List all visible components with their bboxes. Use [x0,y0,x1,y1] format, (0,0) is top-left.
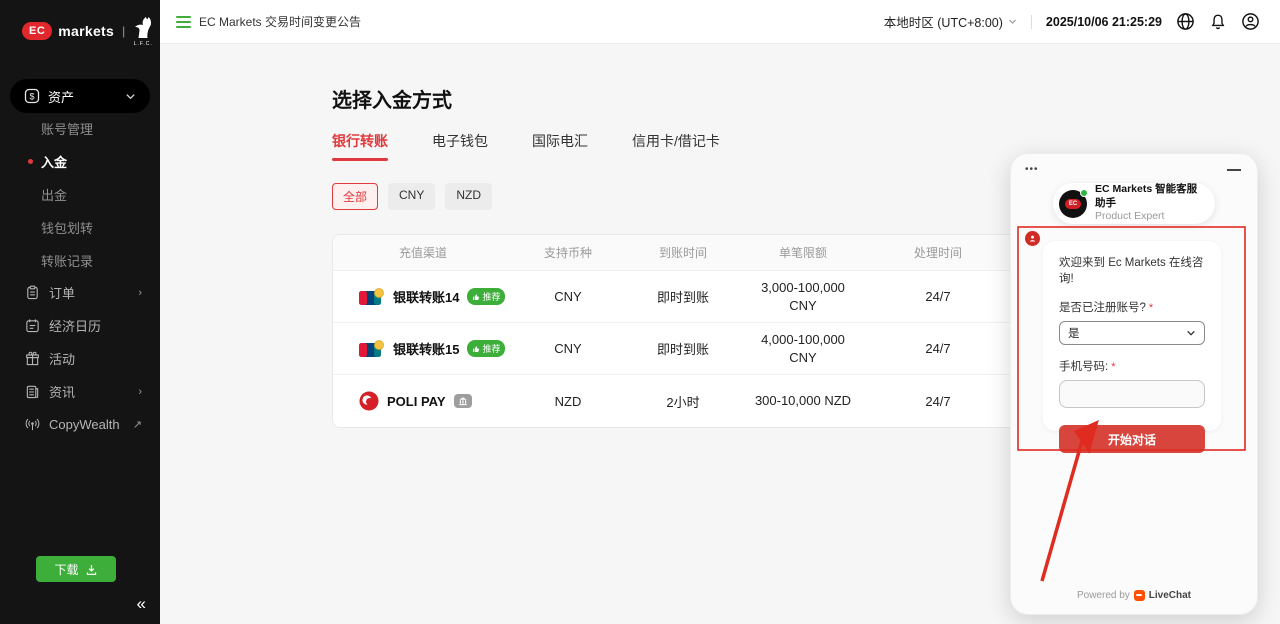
notifications-button[interactable] [1209,13,1227,31]
sidebar-item-copywealth[interactable]: CopyWealth ↗ [0,408,160,441]
download-icon [85,563,98,576]
filter-cny[interactable]: CNY [388,183,435,210]
assets-submenu: 账号管理 入金 出金 钱包划转 转账记录 [0,112,160,277]
bell-icon [1209,13,1227,31]
liver-bird-icon [133,16,153,40]
registered-question-label: 是否已注册账号?* [1059,299,1205,315]
datetime-display: 2025/10/06 21:25:29 [1046,15,1162,29]
sidebar-item-economic-calendar[interactable]: 经济日历 [0,309,160,342]
tab-bank-transfer[interactable]: 银行转账 [332,131,388,161]
agent-role: Product Expert [1095,210,1205,224]
chevron-down-icon [1186,328,1196,338]
user-icon [1241,12,1260,31]
sidebar-item-transfer-records[interactable]: 转账记录 [0,244,160,277]
sidebar: EC markets | L.F.C. $ 资产 账号管理 入金 出金 钱包划转… [0,0,160,624]
timezone-selector[interactable]: 本地时区 (UTC+8:00) [884,12,1017,31]
page-title: 选择入金方式 [332,84,1212,113]
account-button[interactable] [1241,12,1260,31]
agent-card: EC EC Markets 智能客服助手 Product Expert [1053,183,1215,224]
language-button[interactable] [1176,12,1195,31]
brand-logo: EC markets | L.F.C. [0,0,160,47]
external-link-icon: ↗ [133,418,142,431]
livechat-icon [1134,590,1145,601]
top-header: EC Markets 交易时间变更公告 本地时区 (UTC+8:00) 2025… [160,0,1280,44]
announcement-text: EC Markets 交易时间变更公告 [199,13,361,30]
phone-label: 手机号码:* [1059,358,1205,374]
chevron-right-icon: › [138,386,142,398]
chat-minimize-button[interactable] [1227,169,1241,171]
registered-select[interactable]: 是 [1059,321,1205,345]
powered-by: Powered by LiveChat [1011,590,1257,601]
required-asterisk: * [1111,361,1115,373]
clipboard-icon [25,285,40,300]
livechat-widget: ••• EC EC Markets 智能客服助手 Product Expert … [1010,153,1258,615]
globe-icon [1176,12,1195,31]
agent-avatar: EC [1059,190,1087,218]
gift-icon [25,351,40,366]
announcement-banner[interactable]: EC Markets 交易时间变更公告 [176,13,361,31]
chevron-down-icon [1008,17,1017,26]
divider [1031,15,1032,29]
person-icon [1028,234,1037,243]
thumbs-up-icon [472,293,480,301]
lfc-logo: L.F.C. [133,16,153,47]
chat-menu-button[interactable]: ••• [1025,164,1039,175]
sidebar-item-assets[interactable]: $ 资产 [10,79,150,113]
thumbs-up-icon [472,345,480,353]
sidebar-item-withdraw[interactable]: 出金 [0,178,160,211]
online-status-dot [1080,189,1088,197]
active-dot [28,159,33,164]
agent-name: EC Markets 智能客服助手 [1095,183,1205,210]
chevron-right-icon: › [138,287,142,299]
svg-text:$: $ [29,92,34,102]
broadcast-icon [25,417,40,432]
bank-icon [458,396,468,406]
bank-badge [454,394,472,408]
sidebar-item-account-management[interactable]: 账号管理 [0,112,160,145]
message-avatar [1025,231,1040,246]
sidebar-item-label: 资产 [48,87,125,106]
sidebar-item-wallet-transfer[interactable]: 钱包划转 [0,211,160,244]
unionpay-icon [359,340,385,358]
recommended-badge: 推荐 [467,288,505,305]
sidebar-menu: 订单 › 经济日历 活动 资讯 › CopyWealth ↗ [0,276,160,441]
pre-chat-form: 欢迎来到 Ec Markets 在线咨询! 是否已注册账号?* 是 手机号码:*… [1043,241,1221,431]
logo-divider: | [122,24,125,38]
ec-logo: EC [22,22,52,40]
sidebar-item-deposit[interactable]: 入金 [0,145,160,178]
recommended-badge: 推荐 [467,340,505,357]
sidebar-item-news[interactable]: 资讯 › [0,375,160,408]
phone-input[interactable] [1059,380,1205,408]
unionpay-icon [359,288,385,306]
tab-credit-debit-card[interactable]: 信用卡/借记卡 [632,131,720,161]
sidebar-item-activities[interactable]: 活动 [0,342,160,375]
filter-nzd[interactable]: NZD [445,183,492,210]
download-button[interactable]: 下载 [36,556,116,582]
required-asterisk: * [1149,302,1153,314]
dollar-square-icon: $ [24,88,40,104]
sidebar-item-orders[interactable]: 订单 › [0,276,160,309]
news-icon [25,384,40,399]
poli-pay-icon [359,391,379,411]
tab-e-wallet[interactable]: 电子钱包 [432,131,488,161]
tab-international-wire[interactable]: 国际电汇 [532,131,588,161]
chevron-down-icon [125,91,136,102]
filter-all[interactable]: 全部 [332,183,378,210]
calendar-icon [25,318,40,333]
announcement-list-icon [176,13,191,31]
sidebar-collapse-button[interactable]: « [137,594,146,614]
markets-wordmark: markets [58,23,114,39]
welcome-message: 欢迎来到 Ec Markets 在线咨询! [1059,254,1205,286]
start-chat-button[interactable]: 开始对话 [1059,425,1205,453]
